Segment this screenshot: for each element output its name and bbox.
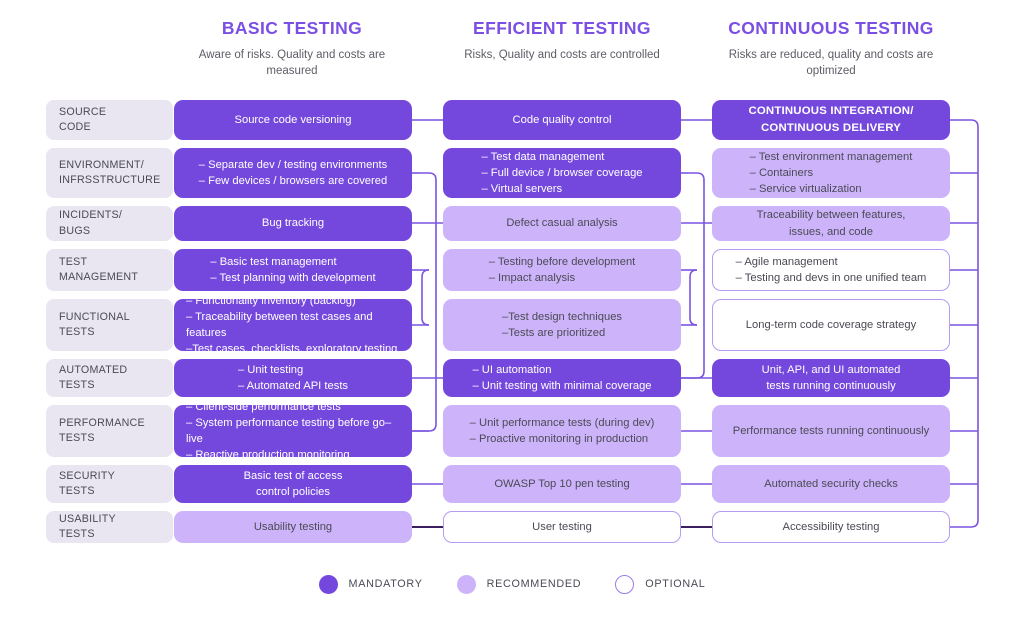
cell-text: – Unit performance tests (during dev) – … (469, 416, 655, 445)
row-label-6: PERFORMANCE TESTS (46, 405, 173, 457)
cell-r8-c1[interactable]: User testing (443, 511, 681, 543)
legend-label: MANDATORY (348, 578, 423, 590)
legend-swatch-optional-icon (615, 574, 635, 594)
cell-text: Basic test of access control policies (243, 469, 343, 498)
cell-text: – Unit testing – Automated API tests (237, 363, 349, 392)
grid-row: AUTOMATED TESTS – Unit testing – Automate… (0, 359, 1024, 397)
cell-r6-c2[interactable]: Performance tests running continuously (712, 405, 950, 457)
cell-text: – Test environment management – Containe… (749, 150, 913, 196)
row-label-text: ENVIRONMENT/ INFRSSTRUCTURE (59, 158, 161, 186)
cell-r7-c0[interactable]: Basic test of access control policies (174, 465, 412, 503)
row-label-3: TEST MANAGEMENT (46, 249, 173, 291)
cell-text: Traceability between features, issues, a… (756, 209, 906, 238)
maturity-grid: SOURCE CODE Source code versioning Code qu… (0, 0, 1024, 560)
cell-text: Automated security checks (764, 477, 898, 490)
legend-item-optional: OPTIONAL (615, 574, 706, 594)
cell-r6-c1[interactable]: – Unit performance tests (during dev) – … (443, 405, 681, 457)
legend-label: RECOMMENDED (486, 578, 582, 590)
row-label-7: SECURITY TESTS (46, 465, 173, 503)
cell-text: CONTINUOUS INTEGRATION/ CONTINUOUS DELIV… (748, 105, 914, 134)
legend-swatch-mandatory-icon (318, 574, 338, 594)
grid-row: PERFORMANCE TESTS – Client-side performan… (0, 401, 1024, 461)
cell-r5-c0[interactable]: – Unit testing – Automated API tests (174, 359, 412, 397)
row-label-text: FUNCTIONAL TESTS (59, 310, 130, 338)
row-label-text: USABILITY TESTS (59, 512, 116, 540)
testing-maturity-diagram: BASIC TESTING Aware of risks. Quality an… (0, 0, 1024, 617)
row-label-0: SOURCE CODE (46, 100, 173, 140)
grid-row: INCIDENTS/ BUGS Bug tracking Defect casual… (0, 206, 1024, 241)
cell-text: Bug tracking (261, 217, 325, 230)
row-label-text: PERFORMANCE TESTS (59, 416, 145, 444)
legend-label: OPTIONAL (645, 578, 706, 590)
legend: MANDATORY RECOMMENDED OPTIONAL (0, 568, 1024, 600)
cell-r0-c1[interactable]: Code quality control (443, 100, 681, 140)
cell-r7-c2[interactable]: Automated security checks (712, 465, 950, 503)
row-label-5: AUTOMATED TESTS (46, 359, 173, 397)
cell-text: – Test data management – Full device / b… (481, 150, 643, 196)
cell-text: – Separate dev / testing environments – … (198, 158, 388, 187)
cell-text: – Functionality inventory (backlog) – Tr… (186, 294, 398, 356)
row-label-4: FUNCTIONAL TESTS (46, 299, 173, 351)
cell-r4-c0[interactable]: – Functionality inventory (backlog) – Tr… (174, 295, 412, 355)
cell-text: Long-term code coverage strategy (745, 318, 917, 331)
cell-text: Defect casual analysis (506, 217, 618, 230)
cell-r7-c1[interactable]: OWASP Top 10 pen testing (443, 465, 681, 503)
cell-r8-c0[interactable]: Usability testing (174, 511, 412, 543)
cell-text: User testing (532, 520, 592, 533)
cell-text: Unit, API, and UI automated tests runnin… (761, 363, 901, 392)
cell-text: – UI automation – Unit testing with mini… (472, 363, 652, 392)
cell-r0-c2[interactable]: CONTINUOUS INTEGRATION/ CONTINUOUS DELIV… (712, 100, 950, 140)
cell-r1-c0[interactable]: – Separate dev / testing environments – … (174, 148, 412, 198)
cell-text: Accessibility testing (782, 520, 880, 533)
cell-r2-c1[interactable]: Defect casual analysis (443, 206, 681, 241)
row-label-text: TEST MANAGEMENT (59, 255, 139, 283)
cell-r1-c1[interactable]: – Test data management – Full device / b… (443, 148, 681, 198)
cell-text: –Test design techniques –Tests are prior… (501, 310, 623, 339)
cell-r3-c1[interactable]: – Testing before development – Impact an… (443, 249, 681, 291)
cell-r2-c2[interactable]: Traceability between features, issues, a… (712, 206, 950, 241)
cell-r3-c2[interactable]: – Agile management – Testing and devs in… (712, 249, 950, 291)
legend-swatch-recommended-icon (456, 574, 476, 594)
cell-r5-c2[interactable]: Unit, API, and UI automated tests runnin… (712, 359, 950, 397)
grid-row: FUNCTIONAL TESTS – Functionality inventor… (0, 295, 1024, 355)
cell-text: – Client-side performance tests – System… (186, 400, 392, 462)
cell-text: OWASP Top 10 pen testing (494, 477, 630, 490)
cell-text: Code quality control (512, 113, 612, 126)
cell-text: – Testing before development – Impact an… (488, 255, 636, 284)
cell-r4-c2[interactable]: Long-term code coverage strategy (712, 299, 950, 351)
row-label-text: SOURCE CODE (59, 105, 107, 133)
cell-text: – Basic test management – Test planning … (210, 255, 376, 284)
row-label-text: INCIDENTS/ BUGS (59, 209, 123, 237)
legend-item-recommended: RECOMMENDED (456, 574, 582, 594)
grid-row: SOURCE CODE Source code versioning Code qu… (0, 100, 1024, 140)
grid-row: USABILITY TESTS Usability testing User tes… (0, 511, 1024, 543)
cell-text: Source code versioning (234, 113, 352, 126)
row-label-text: AUTOMATED TESTS (59, 363, 128, 391)
cell-text: – Agile management – Testing and devs in… (735, 255, 927, 284)
row-label-2: INCIDENTS/ BUGS (46, 206, 173, 241)
cell-r2-c0[interactable]: Bug tracking (174, 206, 412, 241)
cell-text: Usability testing (253, 520, 333, 533)
row-label-8: USABILITY TESTS (46, 511, 173, 543)
cell-r5-c1[interactable]: – UI automation – Unit testing with mini… (443, 359, 681, 397)
cell-r4-c1[interactable]: –Test design techniques –Tests are prior… (443, 299, 681, 351)
cell-r0-c0[interactable]: Source code versioning (174, 100, 412, 140)
grid-row: TEST MANAGEMENT – Basic test management –… (0, 249, 1024, 291)
cell-r3-c0[interactable]: – Basic test management – Test planning … (174, 249, 412, 291)
grid-row: SECURITY TESTS Basic test of access contr… (0, 465, 1024, 503)
grid-row: ENVIRONMENT/ INFRSSTRUCTURE – Separate de… (0, 148, 1024, 198)
row-label-1: ENVIRONMENT/ INFRSSTRUCTURE (46, 148, 173, 198)
cell-r6-c0[interactable]: – Client-side performance tests – System… (174, 401, 412, 461)
cell-r1-c2[interactable]: – Test environment management – Containe… (712, 148, 950, 198)
cell-text: Performance tests running continuously (732, 424, 930, 437)
row-label-text: SECURITY TESTS (59, 469, 116, 497)
cell-r8-c2[interactable]: Accessibility testing (712, 511, 950, 543)
legend-item-mandatory: MANDATORY (318, 574, 423, 594)
